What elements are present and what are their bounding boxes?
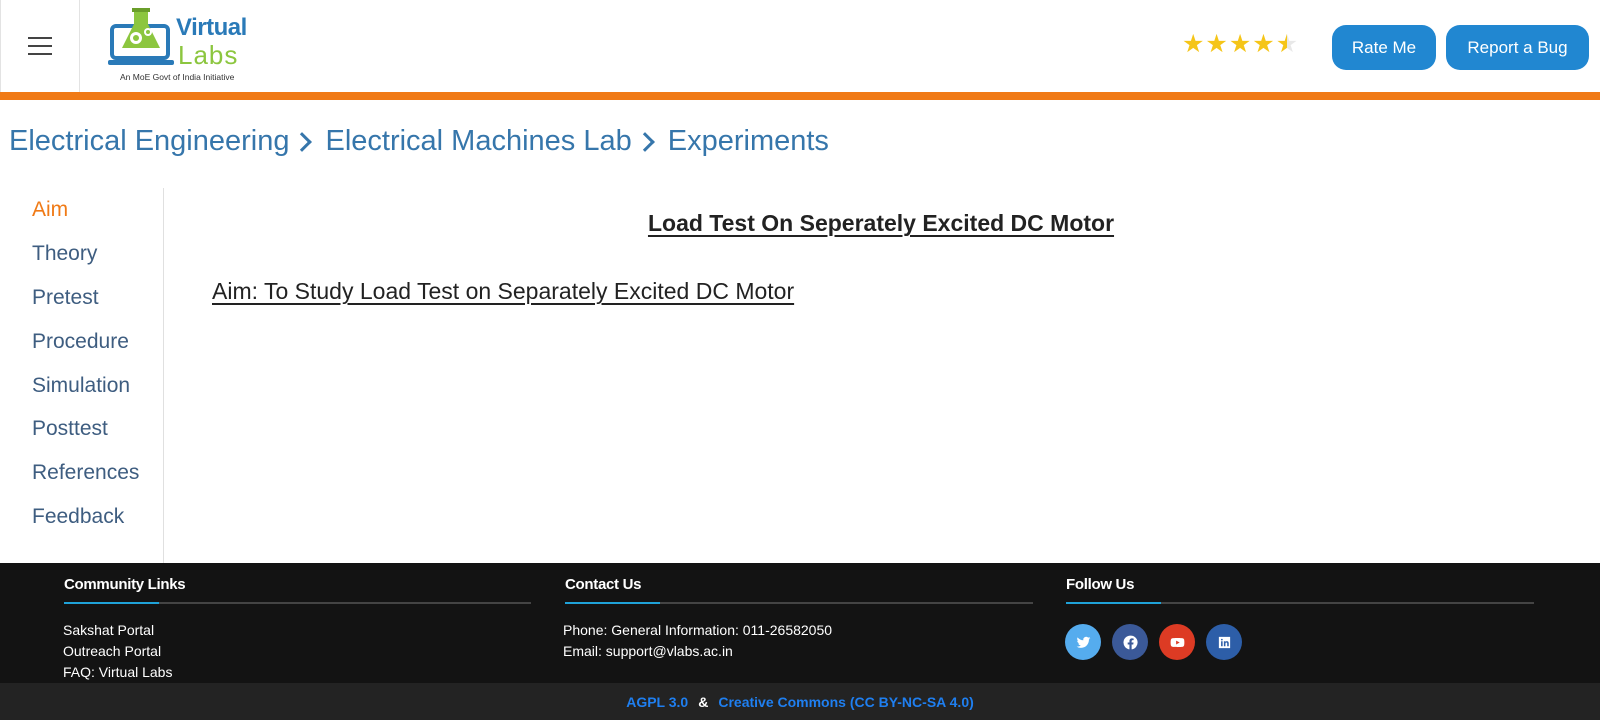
facebook-icon[interactable] xyxy=(1112,624,1148,660)
twitter-icon[interactable] xyxy=(1065,624,1101,660)
contact-us-heading: Contact Us xyxy=(565,576,642,593)
outreach-portal-link[interactable]: Outreach Portal xyxy=(63,643,161,659)
breadcrumb: Electrical Engineering Electrical Machin… xyxy=(9,125,829,158)
community-links-rule xyxy=(64,602,531,604)
star-icon[interactable]: ★ xyxy=(1182,30,1204,58)
menu-toggle-button[interactable] xyxy=(0,0,80,93)
hamburger-icon xyxy=(28,37,52,55)
rate-me-button[interactable]: Rate Me xyxy=(1332,25,1436,70)
logo-word-virtual: Virtual xyxy=(176,14,247,41)
creative-commons-link[interactable]: Creative Commons (CC BY-NC-SA 4.0) xyxy=(718,694,973,710)
license-bar: AGPL 3.0 & Creative Commons (CC BY-NC-SA… xyxy=(0,683,1600,720)
breadcrumb-item-department[interactable]: Electrical Engineering xyxy=(9,125,289,158)
star-icon[interactable]: ★ xyxy=(1205,30,1227,58)
sakshat-portal-link[interactable]: Sakshat Portal xyxy=(63,622,154,638)
logo-word-labs: Labs xyxy=(178,40,239,70)
faq-link[interactable]: FAQ: Virtual Labs xyxy=(63,664,172,680)
breadcrumb-item-experiments[interactable]: Experiments xyxy=(668,125,829,158)
rating-stars[interactable]: ★ ★ ★ ★ ★ xyxy=(1182,30,1298,58)
sidebar-item-simulation[interactable]: Simulation xyxy=(32,374,130,398)
contact-phone: Phone: General Information: 011-26582050 xyxy=(563,622,833,638)
community-links-heading: Community Links xyxy=(64,576,186,593)
youtube-icon[interactable] xyxy=(1159,624,1195,660)
report-bug-button[interactable]: Report a Bug xyxy=(1446,25,1589,70)
breadcrumb-item-lab[interactable]: Electrical Machines Lab xyxy=(325,125,631,158)
logo-tagline: An MoE Govt of India Initiative xyxy=(120,72,235,82)
half-star-icon[interactable]: ★ xyxy=(1276,30,1298,58)
agpl-link[interactable]: AGPL 3.0 xyxy=(626,694,688,710)
experiment-title: Load Test On Seperately Excited DC Motor xyxy=(647,210,1115,236)
flask-gear-icon xyxy=(108,8,174,65)
sidebar-item-references[interactable]: References xyxy=(32,461,139,485)
chevron-right-icon xyxy=(292,131,313,152)
experiment-sidebar: Aim Theory Pretest Procedure Simulation … xyxy=(0,188,164,563)
linkedin-icon[interactable] xyxy=(1206,624,1242,660)
sidebar-item-theory[interactable]: Theory xyxy=(32,242,97,266)
sidebar-item-procedure[interactable]: Procedure xyxy=(32,330,129,354)
star-icon[interactable]: ★ xyxy=(1229,30,1251,58)
virtual-labs-logo[interactable]: Virtual Labs An MoE Govt of India Initia… xyxy=(108,8,258,86)
site-header: Virtual Labs An MoE Govt of India Initia… xyxy=(0,0,1600,93)
contact-us-rule xyxy=(565,602,1033,604)
contact-email: Email: support@vlabs.ac.in xyxy=(563,643,733,659)
follow-us-rule xyxy=(1066,602,1534,604)
license-separator: & xyxy=(698,693,709,710)
header-divider xyxy=(0,92,1600,100)
sidebar-item-feedback[interactable]: Feedback xyxy=(32,505,124,529)
sidebar-item-posttest[interactable]: Posttest xyxy=(32,417,108,441)
chevron-right-icon xyxy=(634,131,655,152)
follow-us-heading: Follow Us xyxy=(1066,576,1135,593)
sidebar-item-pretest[interactable]: Pretest xyxy=(32,286,99,310)
site-footer: Community Links Sakshat Portal Outreach … xyxy=(0,563,1600,683)
aim-statement: Aim: To Study Load Test on Separately Ex… xyxy=(212,278,795,304)
star-icon[interactable]: ★ xyxy=(1252,30,1274,58)
